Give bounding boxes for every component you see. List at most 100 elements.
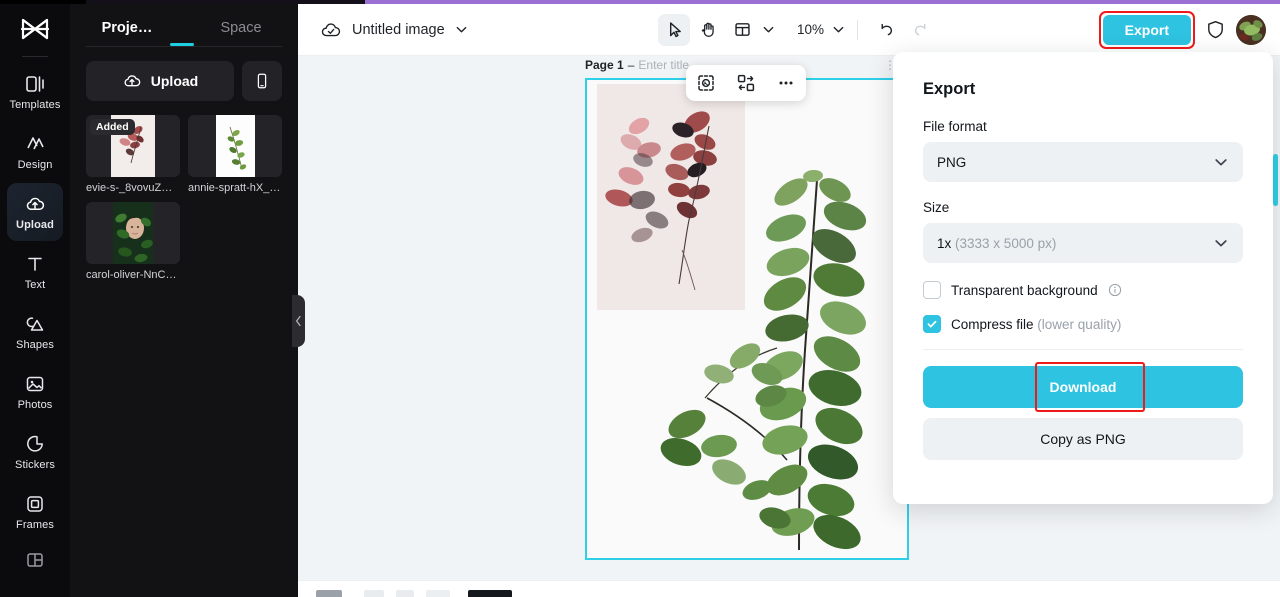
- replace-swap-icon: [736, 73, 756, 93]
- thumbnail-image[interactable]: [188, 115, 282, 177]
- uploads-thumbnail-grid: Added evie-s-_8vovuZ… annie-spratt-hX_… …: [70, 111, 298, 285]
- templates-icon: [24, 73, 46, 95]
- cutout-auto-button[interactable]: [692, 69, 720, 97]
- sidebar-item-stickers[interactable]: Stickers: [7, 423, 63, 481]
- list-item-label: annie-spratt-hX_…: [188, 182, 281, 194]
- export-panel-divider: [923, 349, 1243, 350]
- sidebar-item-text[interactable]: Text: [7, 243, 63, 301]
- image-context-toolbar: [686, 65, 806, 101]
- undo-icon: [877, 20, 896, 39]
- sidebar-item-upload[interactable]: Upload: [7, 183, 63, 241]
- list-item-label: evie-s-_8vovuZ…: [86, 182, 173, 194]
- sidebar-item-layouts[interactable]: [7, 545, 63, 575]
- more-options-button[interactable]: [772, 69, 800, 97]
- uploads-panel: Proje… Space Upload Added evie-s-_8vovuZ…: [70, 0, 298, 597]
- artboard[interactable]: [585, 78, 909, 560]
- sidebar-item-label: Design: [17, 159, 53, 171]
- size-value: 1x: [937, 235, 952, 251]
- page-title-input[interactable]: Enter title: [638, 58, 689, 72]
- sidebar-item-shapes[interactable]: Shapes: [7, 303, 63, 361]
- app-logo-icon[interactable]: [13, 8, 57, 52]
- bottom-item-1[interactable]: [316, 590, 342, 597]
- tab-project[interactable]: Proje…: [70, 20, 184, 46]
- bottom-page-thumb[interactable]: [468, 590, 512, 597]
- layout-grid-tool[interactable]: [726, 14, 758, 46]
- compress-file-checkbox[interactable]: [923, 315, 941, 333]
- layout-grid-icon: [733, 20, 752, 39]
- shapes-icon: [24, 313, 46, 335]
- layouts-icon: [24, 549, 46, 571]
- chevron-down-icon[interactable]: [455, 23, 468, 36]
- panel-collapse-handle[interactable]: [292, 295, 305, 347]
- rail-divider: [22, 56, 48, 57]
- export-panel-title: Export: [923, 80, 976, 98]
- transparent-background-label: Transparent background: [951, 282, 1098, 298]
- more-ellipsis-icon: [776, 73, 796, 93]
- page-dash: –: [627, 58, 635, 72]
- avatar[interactable]: [1236, 14, 1266, 45]
- export-button[interactable]: Export: [1102, 14, 1191, 45]
- tab-space[interactable]: Space: [184, 20, 298, 46]
- sidebar-item-frames[interactable]: Frames: [7, 483, 63, 541]
- canvas-scrollbar[interactable]: [1273, 56, 1278, 580]
- browser-accent-dark-2: [0, 0, 86, 4]
- thumbnail-image[interactable]: Added: [86, 115, 180, 177]
- copy-as-png-button[interactable]: Copy as PNG: [923, 418, 1243, 460]
- status-badge: Added: [90, 119, 135, 135]
- upload-from-phone-button[interactable]: [242, 61, 282, 101]
- export-button-highlight: Export: [1098, 10, 1195, 49]
- document-title[interactable]: Untitled image: [352, 22, 445, 38]
- thumbnail-image[interactable]: [86, 202, 180, 264]
- toolbar-divider: [857, 19, 859, 40]
- toolbar-center-group: 10%: [658, 13, 936, 46]
- replace-image-button[interactable]: [732, 69, 760, 97]
- file-format-select[interactable]: PNG: [923, 142, 1243, 182]
- bottom-status-bar: [298, 580, 1280, 597]
- list-item[interactable]: annie-spratt-hX_…: [188, 115, 282, 194]
- list-item[interactable]: carol-oliver-NnC…: [86, 202, 180, 281]
- upload-cloud-icon: [24, 193, 46, 215]
- thumb-art-eucalyptus: [215, 115, 255, 177]
- redo-button[interactable]: [904, 14, 936, 46]
- scrollbar-thumb[interactable]: [1273, 154, 1278, 206]
- chevron-down-icon: [1213, 235, 1229, 251]
- file-format-value: PNG: [937, 154, 967, 170]
- zoom-caret-icon[interactable]: [832, 23, 845, 36]
- sidebar-item-design[interactable]: Design: [7, 123, 63, 181]
- sidebar-item-label: Text: [24, 279, 46, 291]
- layout-caret-icon[interactable]: [762, 23, 775, 36]
- left-rail: Templates Design Upload Text Shapes Phot…: [0, 0, 70, 597]
- bottom-item-2[interactable]: [364, 590, 384, 597]
- size-select[interactable]: 1x (3333 x 5000 px): [923, 223, 1243, 263]
- hand-pan-icon: [699, 20, 718, 39]
- size-detail: (3333 x 5000 px): [955, 235, 1057, 251]
- undo-button[interactable]: [870, 14, 902, 46]
- download-button[interactable]: Download: [923, 366, 1243, 408]
- list-item-label: carol-oliver-NnC…: [86, 269, 177, 281]
- download-button-wrap: Download: [923, 362, 1243, 412]
- transparent-background-checkbox[interactable]: [923, 281, 941, 299]
- sidebar-item-label: Frames: [16, 519, 54, 531]
- cutout-auto-icon: [696, 73, 716, 93]
- sidebar-item-label: Photos: [17, 399, 53, 411]
- toolbar-left-group: Untitled image: [298, 19, 468, 41]
- upload-button-label: Upload: [150, 73, 199, 89]
- redo-icon: [911, 20, 930, 39]
- sidebar-item-templates[interactable]: Templates: [7, 63, 63, 121]
- compress-file-row: Compress file (lower quality): [923, 315, 1243, 333]
- cloud-saved-icon[interactable]: [320, 19, 342, 41]
- upload-button[interactable]: Upload: [86, 61, 234, 101]
- shield-icon[interactable]: [1205, 19, 1226, 40]
- sidebar-item-label: Templates: [9, 99, 61, 111]
- bottom-item-3[interactable]: [396, 590, 414, 597]
- list-item[interactable]: Added evie-s-_8vovuZ…: [86, 115, 180, 194]
- size-label: Size: [923, 200, 950, 215]
- hand-pan-tool[interactable]: [692, 14, 724, 46]
- zoom-level[interactable]: 10%: [791, 22, 830, 37]
- page-number: Page 1: [585, 58, 624, 72]
- cursor-select-tool[interactable]: [658, 13, 690, 46]
- upload-cloud-icon: [122, 71, 142, 91]
- info-icon[interactable]: [1108, 283, 1122, 297]
- bottom-item-4[interactable]: [426, 590, 450, 597]
- sidebar-item-photos[interactable]: Photos: [7, 363, 63, 421]
